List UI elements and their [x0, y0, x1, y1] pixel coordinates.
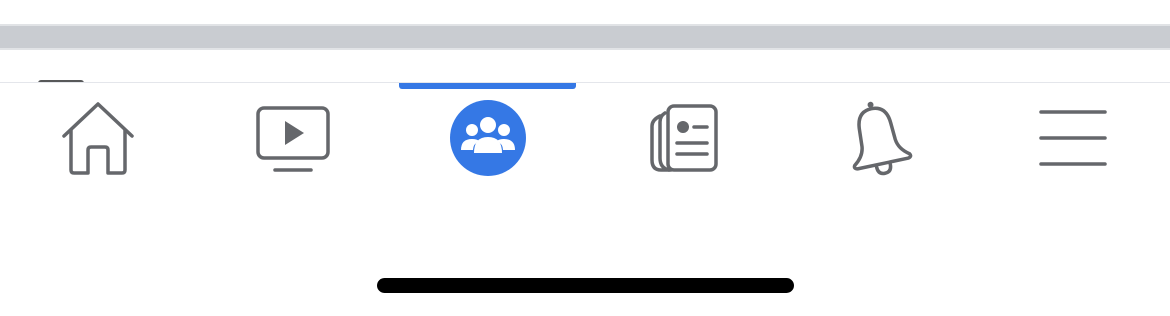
active-tab-indicator [399, 83, 576, 89]
tab-menu[interactable] [975, 83, 1170, 193]
news-feed-icon [649, 104, 718, 172]
tab-video[interactable] [195, 83, 390, 193]
bottom-tab-bar [0, 82, 1170, 193]
tab-notifications[interactable] [780, 83, 975, 193]
home-icon [61, 102, 134, 175]
menu-icon [1038, 110, 1107, 166]
top-separator-bar [0, 24, 1170, 50]
video-icon [255, 106, 330, 172]
home-indicator[interactable] [377, 278, 794, 293]
bell-icon [852, 101, 912, 176]
groups-icon [449, 100, 526, 176]
app-screen [0, 0, 1170, 316]
tab-home[interactable] [0, 83, 195, 193]
tab-news[interactable] [585, 83, 780, 193]
tab-groups[interactable] [390, 83, 585, 193]
